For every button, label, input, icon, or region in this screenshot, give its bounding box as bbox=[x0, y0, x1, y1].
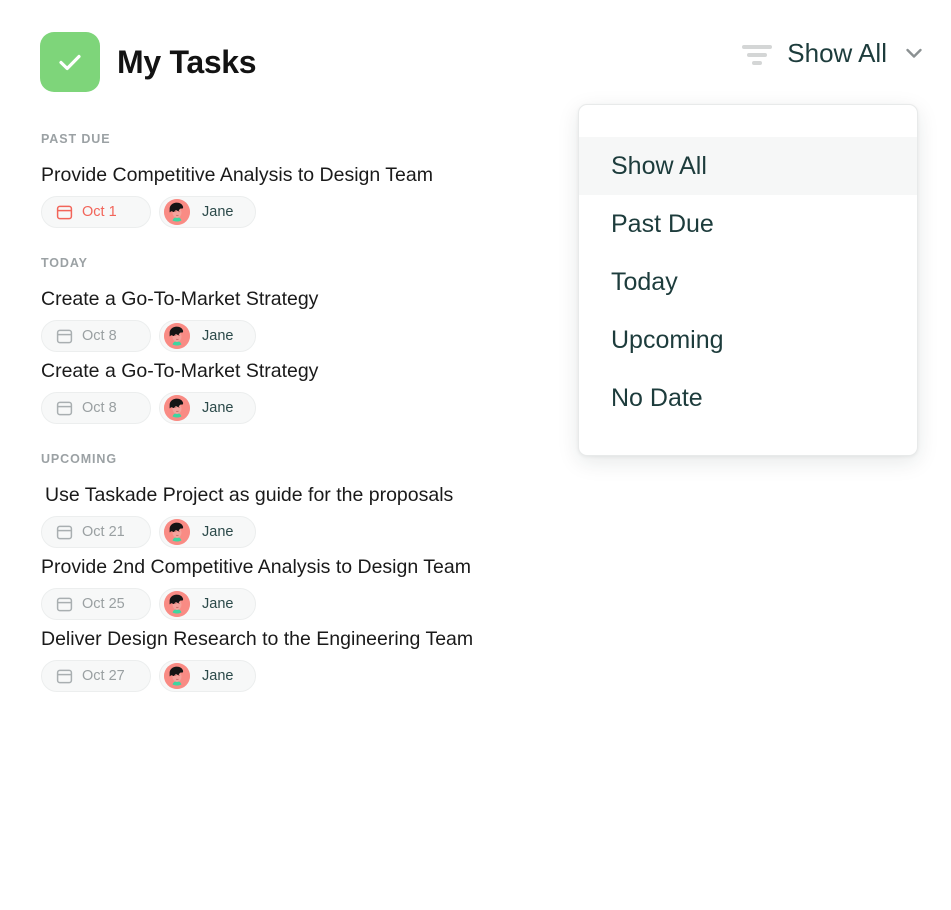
task-due-date-pill[interactable]: Oct 8 bbox=[41, 392, 151, 424]
task-due-date-label: Oct 27 bbox=[82, 668, 125, 684]
task-due-date-label: Oct 1 bbox=[82, 204, 117, 220]
task-title[interactable]: Create a Go-To-Market Strategy bbox=[41, 358, 560, 384]
calendar-icon bbox=[56, 668, 73, 685]
task-assignee-pill[interactable]: Jane bbox=[159, 320, 256, 352]
task-title[interactable]: Deliver Design Research to the Engineeri… bbox=[41, 626, 560, 652]
calendar-icon bbox=[56, 204, 73, 221]
task-meta: Oct 27 Jane bbox=[41, 660, 560, 692]
section-header-upcoming: UPCOMING bbox=[0, 452, 560, 466]
chevron-down-icon[interactable] bbox=[901, 40, 927, 66]
task-due-date-pill[interactable]: Oct 8 bbox=[41, 320, 151, 352]
page-title: My Tasks bbox=[117, 40, 256, 84]
assignee-name: Jane bbox=[202, 596, 233, 612]
dropdown-item-no-date[interactable]: No Date bbox=[579, 369, 917, 427]
task-row[interactable]: Provide Competitive Analysis to Design T… bbox=[0, 162, 560, 228]
assignee-name: Jane bbox=[202, 668, 233, 684]
task-row[interactable]: Provide 2nd Competitive Analysis to Desi… bbox=[0, 554, 560, 620]
page-header: My Tasks Show All bbox=[0, 0, 951, 104]
task-due-date-label: Oct 21 bbox=[82, 524, 125, 540]
filter-dropdown-menu[interactable]: Show AllPast DueTodayUpcomingNo Date bbox=[578, 104, 918, 456]
task-due-date-label: Oct 8 bbox=[82, 400, 117, 416]
app-icon-tile bbox=[40, 32, 100, 92]
calendar-icon bbox=[56, 524, 73, 541]
task-assignee-pill[interactable]: Jane bbox=[159, 392, 256, 424]
task-row[interactable]: Create a Go-To-Market Strategy Oct 8 Jane bbox=[0, 358, 560, 424]
dropdown-item-past-due[interactable]: Past Due bbox=[579, 195, 917, 253]
task-title[interactable]: Create a Go-To-Market Strategy bbox=[41, 286, 560, 312]
assignee-name: Jane bbox=[202, 328, 233, 344]
avatar bbox=[164, 199, 190, 225]
task-title[interactable]: Provide Competitive Analysis to Design T… bbox=[41, 162, 560, 188]
task-list: PAST DUE Provide Competitive Analysis to … bbox=[0, 104, 560, 698]
assignee-name: Jane bbox=[202, 400, 233, 416]
task-assignee-pill[interactable]: Jane bbox=[159, 516, 256, 548]
task-assignee-pill[interactable]: Jane bbox=[159, 660, 256, 692]
calendar-icon bbox=[56, 328, 73, 345]
filter-dropdown-trigger[interactable]: Show All bbox=[741, 38, 927, 68]
task-assignee-pill[interactable]: Jane bbox=[159, 196, 256, 228]
avatar bbox=[164, 395, 190, 421]
task-due-date-label: Oct 8 bbox=[82, 328, 117, 344]
dropdown-item-show-all[interactable]: Show All bbox=[579, 137, 917, 195]
task-due-date-label: Oct 25 bbox=[82, 596, 125, 612]
avatar bbox=[164, 591, 190, 617]
filter-current-value: Show All bbox=[787, 38, 887, 68]
task-meta: Oct 8 Jane bbox=[41, 320, 560, 352]
section-header-past-due: PAST DUE bbox=[0, 132, 560, 146]
task-section-today: TODAY Create a Go-To-Market Strategy Oct 8… bbox=[0, 256, 560, 424]
avatar bbox=[164, 323, 190, 349]
task-due-date-pill[interactable]: Oct 1 bbox=[41, 196, 151, 228]
calendar-icon bbox=[56, 596, 73, 613]
task-meta: Oct 21 Jane bbox=[41, 516, 560, 548]
section-header-today: TODAY bbox=[0, 256, 560, 270]
avatar bbox=[164, 519, 190, 545]
task-due-date-pill[interactable]: Oct 21 bbox=[41, 516, 151, 548]
task-due-date-pill[interactable]: Oct 27 bbox=[41, 660, 151, 692]
filter-icon bbox=[741, 40, 773, 66]
check-icon bbox=[53, 45, 87, 79]
task-section-past-due: PAST DUE Provide Competitive Analysis to … bbox=[0, 132, 560, 228]
assignee-name: Jane bbox=[202, 204, 233, 220]
task-meta: Oct 1 Jane bbox=[41, 196, 560, 228]
calendar-icon bbox=[56, 400, 73, 417]
task-assignee-pill[interactable]: Jane bbox=[159, 588, 256, 620]
task-due-date-pill[interactable]: Oct 25 bbox=[41, 588, 151, 620]
task-row[interactable]: Deliver Design Research to the Engineeri… bbox=[0, 626, 560, 692]
dropdown-item-today[interactable]: Today bbox=[579, 253, 917, 311]
task-title[interactable]: Use Taskade Project as guide for the pro… bbox=[41, 482, 560, 508]
dropdown-item-upcoming[interactable]: Upcoming bbox=[579, 311, 917, 369]
task-row[interactable]: Use Taskade Project as guide for the pro… bbox=[0, 482, 560, 548]
avatar bbox=[164, 663, 190, 689]
task-meta: Oct 25 Jane bbox=[41, 588, 560, 620]
task-meta: Oct 8 Jane bbox=[41, 392, 560, 424]
task-section-upcoming: UPCOMING Use Taskade Project as guide for… bbox=[0, 452, 560, 692]
assignee-name: Jane bbox=[202, 524, 233, 540]
task-row[interactable]: Create a Go-To-Market Strategy Oct 8 Jane bbox=[0, 286, 560, 352]
task-title[interactable]: Provide 2nd Competitive Analysis to Desi… bbox=[41, 554, 560, 580]
